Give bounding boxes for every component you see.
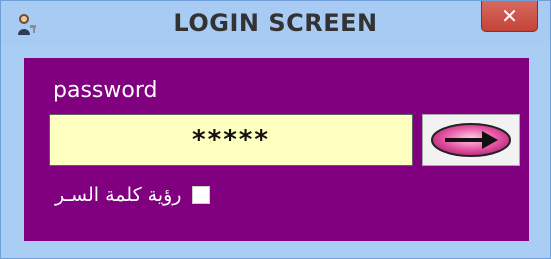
login-window: LOGIN SCREEN ✕ password ***** رؤية كلمة … <box>0 0 551 259</box>
show-password-label: رؤية كلمة السـر <box>55 184 182 206</box>
login-panel: password ***** رؤية كلمة السـر <box>24 58 529 241</box>
show-password-row: رؤية كلمة السـر <box>55 182 211 208</box>
title-bar: LOGIN SCREEN ✕ <box>1 1 550 46</box>
password-input[interactable]: ***** <box>49 114 413 166</box>
arrow-right-icon <box>431 123 511 157</box>
window-title: LOGIN SCREEN <box>173 9 378 37</box>
close-icon: ✕ <box>501 4 518 28</box>
password-value: ***** <box>192 125 270 155</box>
password-label: password <box>53 78 158 103</box>
show-password-checkbox[interactable] <box>192 186 211 204</box>
submit-button[interactable] <box>422 114 520 166</box>
close-button[interactable]: ✕ <box>481 1 538 32</box>
